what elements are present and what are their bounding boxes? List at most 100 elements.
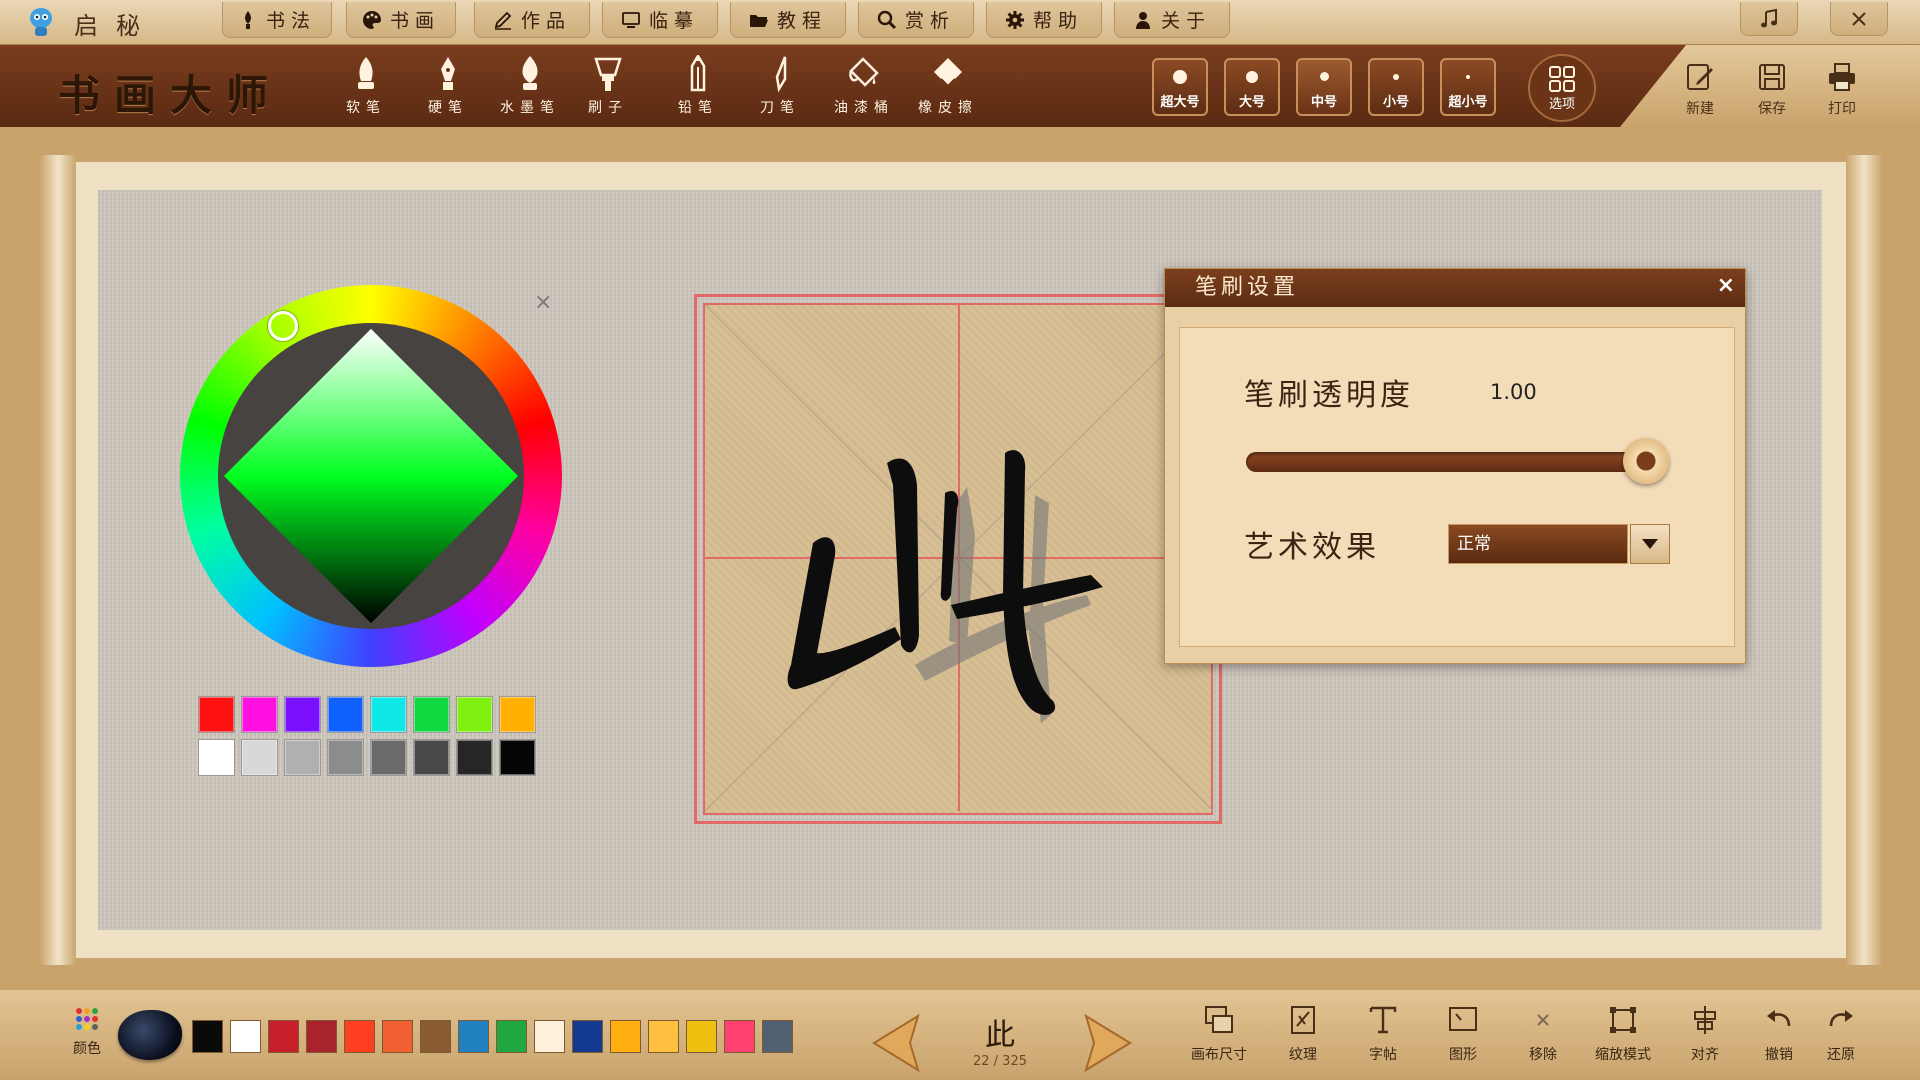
palette-swatch[interactable]	[534, 1020, 565, 1053]
tool-hard-pen[interactable]: 硬笔	[408, 55, 488, 123]
menu-about[interactable]: 关于	[1114, 2, 1230, 38]
redo-button[interactable]: 还原	[1804, 1004, 1878, 1074]
save-button[interactable]: 保存	[1742, 62, 1802, 122]
tool-knife-pen[interactable]: 刀笔	[740, 55, 820, 123]
palette-swatch[interactable]	[344, 1020, 375, 1053]
tool-paint-bucket[interactable]: 油漆桶	[824, 55, 904, 123]
remove-button[interactable]: 移除	[1506, 1004, 1580, 1074]
palette-swatch[interactable]	[192, 1020, 223, 1053]
shape-button[interactable]: 图形	[1426, 1004, 1500, 1074]
music-button[interactable]	[1740, 2, 1798, 36]
tool-soft-brush[interactable]: 软笔	[326, 55, 406, 123]
tool-pencil[interactable]: 铅笔	[658, 55, 738, 123]
swatch[interactable]	[327, 739, 364, 776]
tool-label: 画布尺寸	[1191, 1047, 1247, 1063]
swatch[interactable]	[370, 696, 407, 733]
palette-swatch[interactable]	[230, 1020, 261, 1053]
close-window-button[interactable]	[1830, 2, 1888, 36]
color-wheel[interactable]	[180, 285, 562, 667]
size-small[interactable]: 小号	[1368, 58, 1424, 116]
swatch[interactable]	[413, 696, 450, 733]
soft-brush-icon	[358, 57, 374, 89]
texture-button[interactable]: 纹理	[1266, 1004, 1340, 1074]
copybook-button[interactable]: 字帖	[1346, 1004, 1420, 1074]
size-extra-large[interactable]: 超大号	[1152, 58, 1208, 116]
swatch[interactable]	[327, 696, 364, 733]
size-extra-small[interactable]: 超小号	[1440, 58, 1496, 116]
tool-label: 字帖	[1369, 1047, 1397, 1063]
paint-bucket-icon	[849, 57, 879, 87]
close-color-panel-icon[interactable]: ×	[534, 292, 556, 314]
close-dialog-icon[interactable]: ×	[1717, 273, 1735, 298]
swatch[interactable]	[499, 696, 536, 733]
palette-swatch[interactable]	[724, 1020, 755, 1053]
swatch[interactable]	[284, 696, 321, 733]
swatch[interactable]	[198, 739, 235, 776]
practice-paper[interactable]	[694, 294, 1222, 824]
swatch[interactable]	[241, 696, 278, 733]
swatch[interactable]	[198, 696, 235, 733]
zoom-mode-button[interactable]: 缩放模式	[1586, 1004, 1660, 1074]
tool-ink-brush[interactable]: 水墨笔	[490, 55, 570, 123]
pen-edit-icon	[494, 11, 512, 30]
file-label: 打印	[1828, 101, 1856, 117]
menu-tutorial[interactable]: 教程	[730, 2, 846, 38]
chevron-down-icon	[1642, 539, 1658, 549]
opacity-label: 笔刷透明度	[1244, 378, 1414, 413]
effect-select[interactable]: 正常	[1448, 524, 1628, 564]
swatch[interactable]	[413, 739, 450, 776]
swatch[interactable]	[456, 696, 493, 733]
swatch[interactable]	[241, 739, 278, 776]
palette-swatch[interactable]	[458, 1020, 489, 1053]
options-button[interactable]: 选项	[1528, 54, 1596, 122]
palette-swatch[interactable]	[268, 1020, 299, 1053]
palette-swatch[interactable]	[610, 1020, 641, 1053]
next-character-button[interactable]	[1082, 1014, 1134, 1072]
palette-swatch[interactable]	[648, 1020, 679, 1053]
previous-character-button[interactable]	[870, 1014, 922, 1072]
swatch[interactable]	[284, 739, 321, 776]
size-large[interactable]: 大号	[1224, 58, 1280, 116]
palette-swatch[interactable]	[420, 1020, 451, 1053]
opacity-slider-handle[interactable]	[1623, 438, 1669, 484]
swatch[interactable]	[370, 739, 407, 776]
brush-icon	[244, 10, 251, 29]
current-character: 此	[985, 1018, 1015, 1053]
palette-swatch[interactable]	[306, 1020, 337, 1053]
menu-painting[interactable]: 书画	[346, 2, 456, 38]
music-note-icon	[1761, 8, 1777, 27]
pencil-icon	[690, 55, 706, 92]
tool-eraser[interactable]: 橡皮擦	[908, 55, 988, 123]
file-label: 新建	[1686, 101, 1714, 117]
print-button[interactable]: 打印	[1812, 62, 1872, 122]
image-frame-icon	[1449, 1007, 1477, 1031]
eraser-icon	[934, 58, 962, 88]
new-file-icon	[1687, 64, 1713, 90]
menu-calligraphy[interactable]: 书法	[222, 2, 332, 38]
align-button[interactable]: 对齐	[1668, 1004, 1742, 1074]
size-medium[interactable]: 中号	[1296, 58, 1352, 116]
swatch[interactable]	[499, 739, 536, 776]
palette-swatch[interactable]	[762, 1020, 793, 1053]
menu-works[interactable]: 作品	[474, 2, 590, 38]
menu-help[interactable]: 帮助	[986, 2, 1102, 38]
color-button[interactable]: 颜色	[68, 1006, 106, 1066]
palette-swatch[interactable]	[496, 1020, 527, 1053]
swatch[interactable]	[456, 739, 493, 776]
effect-dropdown-button[interactable]	[1630, 524, 1670, 564]
ink-brush-icon	[522, 56, 538, 90]
menu-appreciation[interactable]: 赏析	[858, 2, 974, 38]
tool-label: 撤销	[1765, 1047, 1793, 1063]
tool-label: 还原	[1827, 1047, 1855, 1063]
canvas-size-button[interactable]: 画布尺寸	[1182, 1004, 1256, 1074]
new-button[interactable]: 新建	[1670, 62, 1730, 122]
current-color-ink-blot[interactable]	[118, 1010, 182, 1060]
palette-swatch[interactable]	[572, 1020, 603, 1053]
opacity-slider[interactable]	[1246, 452, 1646, 472]
tool-paint-brush[interactable]: 刷子	[568, 55, 648, 123]
palette-swatch[interactable]	[382, 1020, 413, 1053]
menu-copy[interactable]: 临摹	[602, 2, 718, 38]
size-label: 中号	[1310, 95, 1337, 110]
hue-picker-handle[interactable]	[268, 311, 298, 341]
palette-swatch[interactable]	[686, 1020, 717, 1053]
